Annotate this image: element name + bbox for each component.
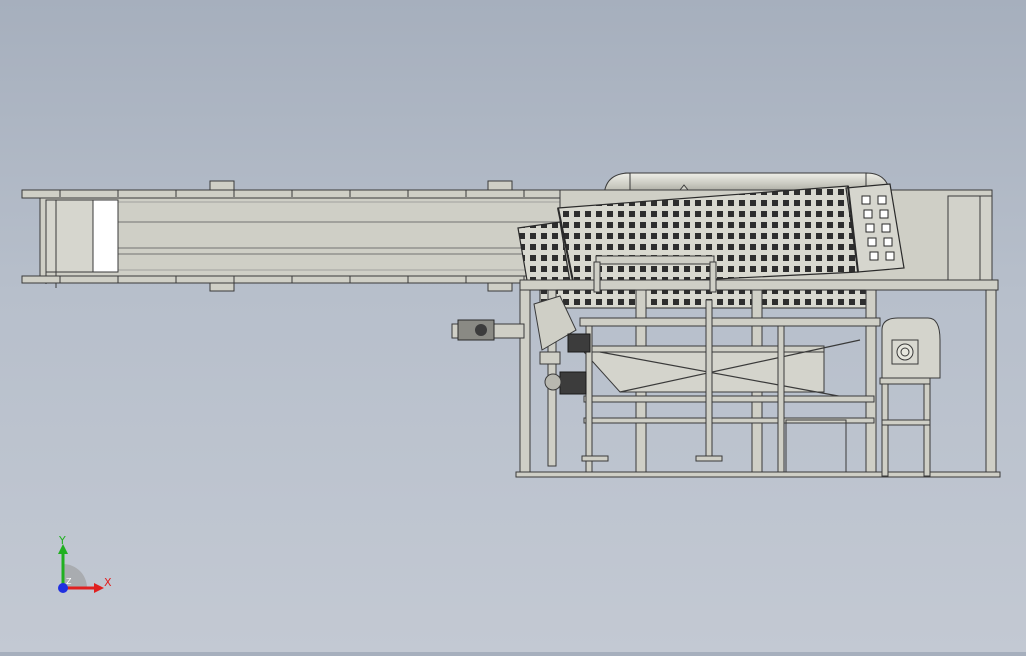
conveyor-bottom-rail [21, 275, 588, 284]
collection-trough [582, 351, 825, 393]
blower-inlet [896, 343, 914, 361]
belt-conveyor [21, 180, 603, 292]
x-axis-label: X [104, 576, 112, 589]
conveyor-white-panel [92, 199, 119, 273]
motor-upper [567, 333, 591, 353]
cad-viewport[interactable]: Y X Z [0, 0, 1026, 652]
frame-leg-5 [985, 289, 997, 477]
frame-leg-1 [519, 289, 531, 477]
conveyor-body [39, 197, 581, 277]
frame-top-beam [519, 279, 999, 291]
conveyor-head-end [45, 199, 95, 273]
z-axis-label: Z [66, 577, 72, 586]
centrifugal-blower [879, 317, 941, 477]
cad-drawing[interactable]: Y X Z [0, 0, 1026, 652]
coordinate-triad: Y X Z [58, 534, 112, 593]
motor-lower [559, 371, 587, 395]
y-axis-label: Y [58, 534, 66, 547]
conveyor-top-rail [21, 189, 603, 199]
